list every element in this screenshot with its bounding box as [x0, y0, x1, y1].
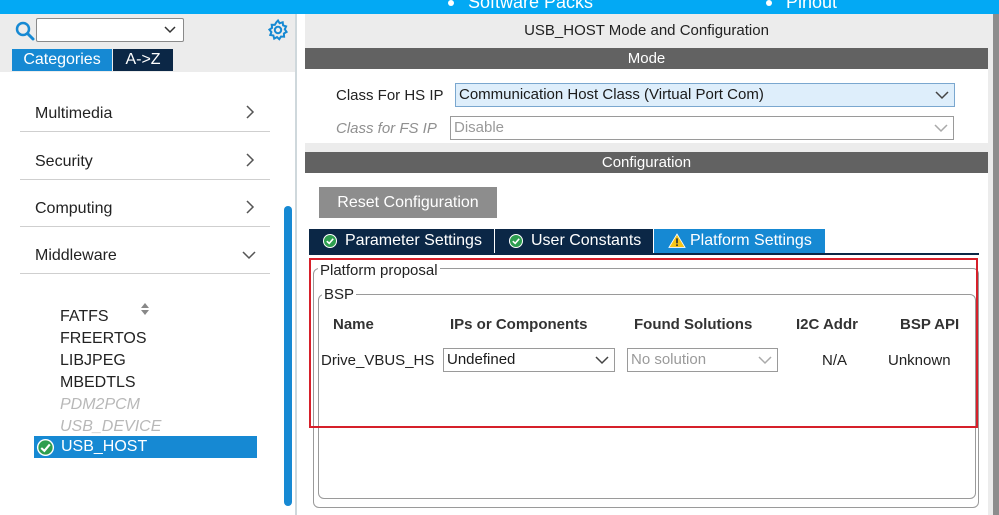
hs-class-select[interactable]: Communication Host Class (Virtual Port C…: [455, 83, 955, 107]
top-nav-pinout[interactable]: Pinout: [766, 0, 837, 13]
top-nav-label: Software Packs: [468, 0, 594, 12]
middleware-item-libjpeg[interactable]: LIBJPEG: [60, 352, 126, 370]
middleware-item-usb-device[interactable]: USB_DEVICE: [60, 418, 161, 436]
tab-user-constants[interactable]: User Constants: [495, 229, 653, 253]
chevron-down-icon: [164, 26, 176, 34]
check-circle-icon: [509, 234, 523, 248]
chevron-down-icon: [242, 251, 256, 260]
tab-categories[interactable]: Categories: [12, 49, 112, 71]
category-item-security[interactable]: Security: [20, 133, 270, 180]
tabs-divider: [309, 253, 979, 255]
category-label: Security: [35, 153, 93, 170]
fs-class-value: Disable: [454, 119, 505, 136]
warning-icon: [668, 233, 686, 248]
reset-configuration-button[interactable]: Reset Configuration: [319, 187, 497, 218]
mode-section-header: Mode: [305, 48, 988, 69]
middleware-item-mbedtls[interactable]: MBEDTLS: [60, 374, 136, 392]
tab-label: Parameter Settings: [345, 232, 482, 249]
category-label: Multimedia: [35, 105, 113, 122]
tab-label: Platform Settings: [690, 232, 812, 249]
category-label: Computing: [35, 200, 113, 217]
mode-section: Class For HS IP Communication Host Class…: [305, 69, 988, 143]
top-nav-software-packs[interactable]: Software Packs: [448, 0, 593, 13]
tab-platform-settings[interactable]: Platform Settings: [654, 229, 825, 253]
bullet-icon: [448, 0, 454, 7]
fs-class-select[interactable]: Disable: [450, 116, 954, 140]
chevron-right-icon: [246, 105, 255, 119]
middleware-item-freertos[interactable]: FREERTOS: [60, 330, 147, 348]
middleware-item-pdm2pcm[interactable]: PDM2PCM: [60, 396, 140, 414]
middleware-item-fatfs[interactable]: FATFS: [60, 308, 109, 326]
gear-icon[interactable]: [266, 18, 290, 42]
hs-class-label: Class For HS IP: [336, 87, 444, 104]
category-item-computing[interactable]: Computing: [20, 180, 270, 227]
configuration-section-header: Configuration: [305, 152, 988, 173]
hs-class-value: Communication Host Class (Virtual Port C…: [459, 86, 764, 103]
middleware-item-usb-host[interactable]: USB_HOST: [34, 436, 257, 458]
top-nav-label: Pinout: [786, 0, 838, 12]
sidebar-scrollbar[interactable]: [284, 206, 292, 506]
bullet-icon: [766, 0, 772, 7]
chevron-down-icon: [935, 91, 949, 100]
tab-a-z[interactable]: A->Z: [113, 49, 173, 71]
sidebar-search-area: Categories A->Z: [0, 14, 295, 72]
top-navigation-bar: Software Packs Pinout: [0, 0, 999, 14]
search-icon[interactable]: [14, 20, 36, 42]
chevron-down-icon: [934, 124, 948, 133]
tab-parameter-settings[interactable]: Parameter Settings: [309, 229, 494, 253]
chevron-right-icon: [246, 153, 255, 167]
tab-label: User Constants: [531, 232, 642, 249]
search-input[interactable]: [36, 18, 184, 42]
sidebar: Categories A->Z Multimedia Security Comp…: [0, 14, 297, 515]
category-label: Middleware: [35, 247, 117, 264]
check-circle-icon: [323, 234, 337, 248]
fs-class-label: Class for FS IP: [336, 120, 437, 137]
category-item-middleware[interactable]: Middleware: [20, 227, 270, 274]
page-title: USB_HOST Mode and Configuration: [524, 22, 769, 39]
window-edge: [993, 14, 999, 515]
highlight-frame: [309, 258, 978, 428]
check-circle-icon: [36, 438, 55, 457]
category-item-multimedia[interactable]: Multimedia: [20, 85, 270, 132]
sort-icon[interactable]: [140, 301, 150, 317]
chevron-right-icon: [246, 200, 255, 214]
selected-item-label: USB_HOST: [61, 438, 148, 455]
